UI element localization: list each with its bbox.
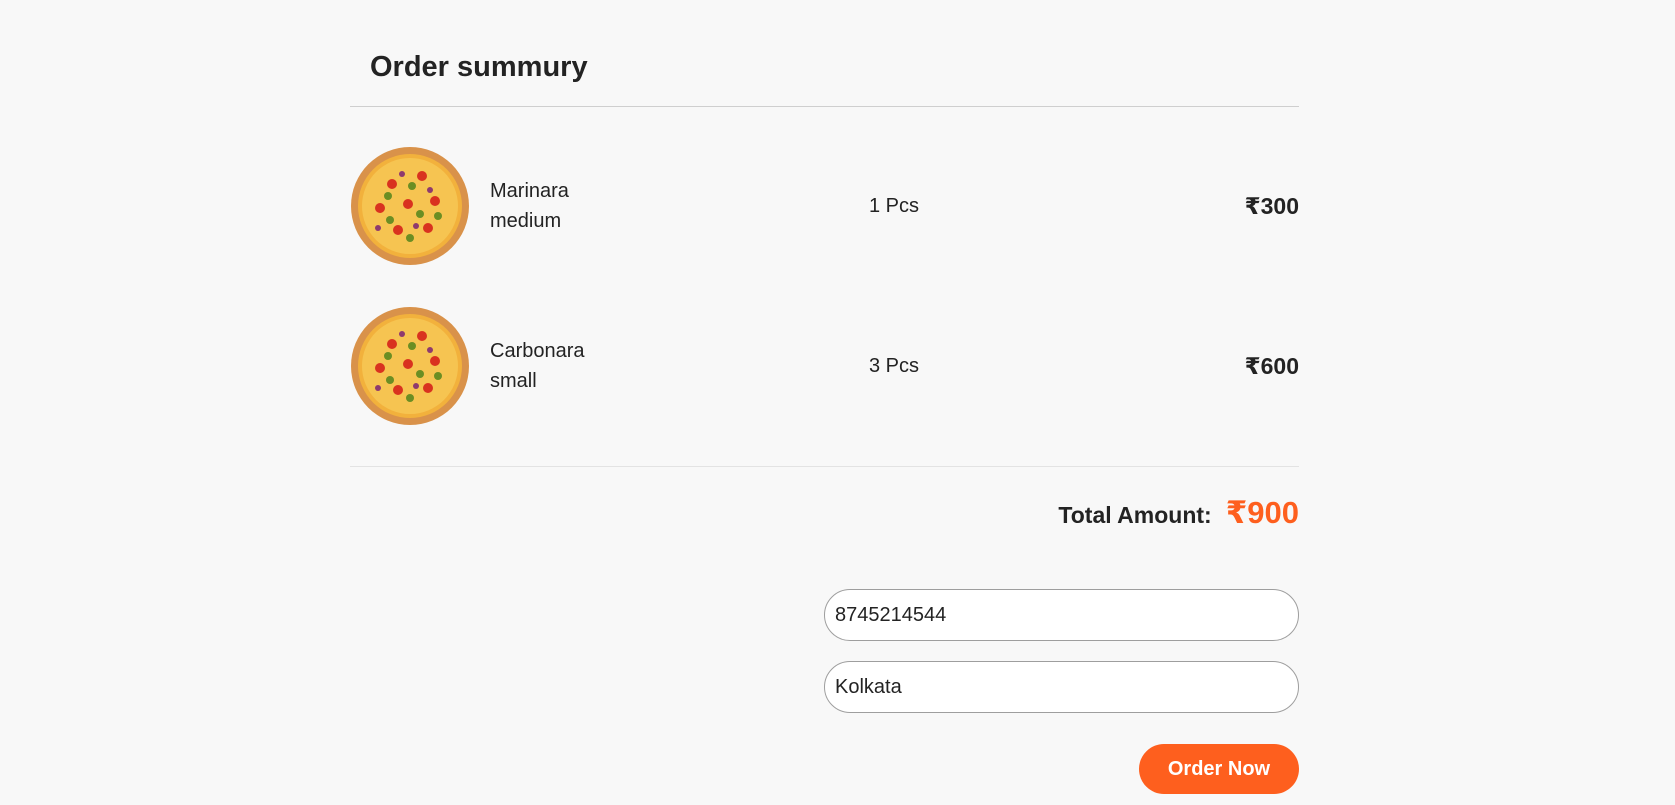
list-item: Marinara medium 1 Pcs ₹300	[350, 146, 1299, 266]
item-size: medium	[490, 210, 562, 232]
order-summary-page: Order summury Marinara medium 1 Pcs ₹300…	[350, 0, 1299, 794]
phone-input[interactable]	[824, 589, 1299, 641]
pizza-image	[351, 307, 469, 425]
item-title: Carbonara	[490, 340, 585, 362]
items-divider	[350, 466, 1299, 467]
total-amount: Total Amount: ₹900	[350, 495, 1299, 531]
item-title: Marinara	[490, 180, 569, 202]
order-form: Order Now	[824, 589, 1299, 794]
item-name: Marinara medium	[490, 176, 610, 236]
order-items-list: Marinara medium 1 Pcs ₹300 Carbonara sma…	[350, 107, 1299, 426]
item-quantity: 1 Pcs	[869, 194, 920, 217]
page-title: Order summury	[370, 51, 588, 83]
item-price: ₹600	[1244, 352, 1299, 379]
total-value: ₹900	[1225, 495, 1299, 530]
item-name: Carbonara small	[490, 336, 610, 396]
item-quantity: 3 Pcs	[869, 354, 920, 377]
order-now-button[interactable]: Order Now	[1139, 744, 1299, 794]
list-item: Carbonara small 3 Pcs ₹600	[350, 306, 1299, 426]
pizza-image	[351, 147, 469, 265]
address-input[interactable]	[824, 661, 1299, 713]
total-label: Total Amount:	[1058, 502, 1212, 528]
item-price: ₹300	[1244, 192, 1299, 219]
item-size: small	[490, 370, 537, 392]
